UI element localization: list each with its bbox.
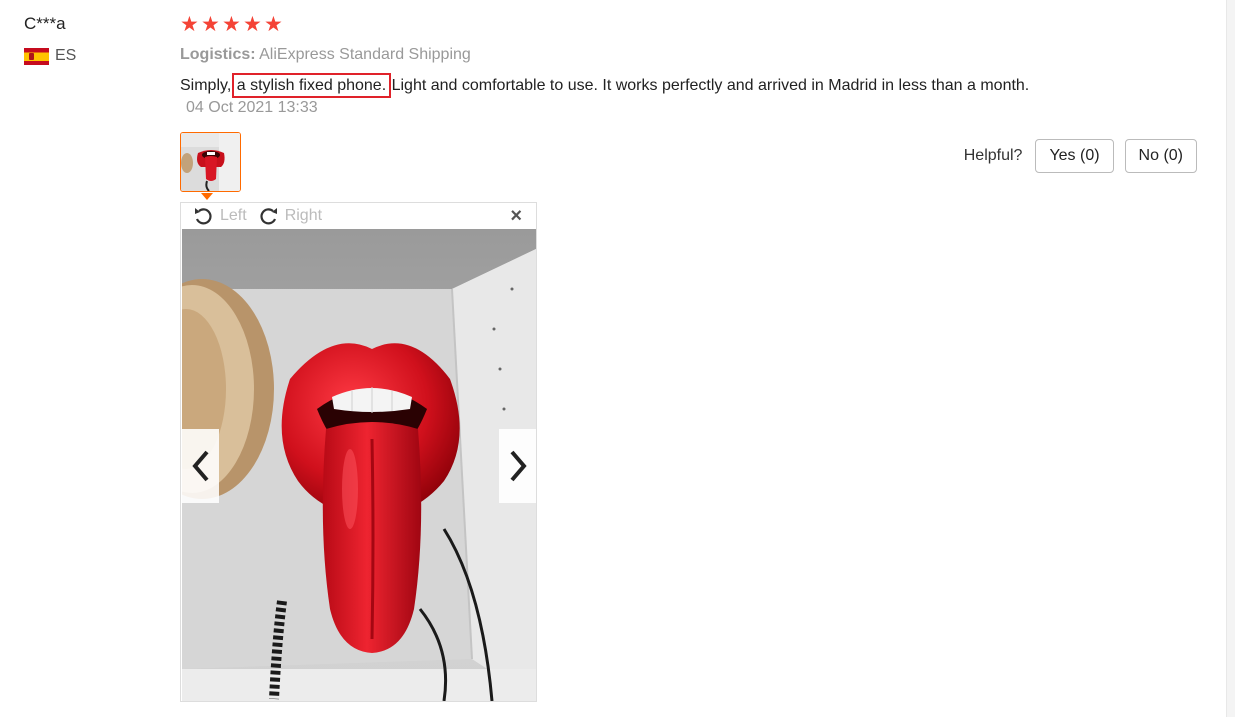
review-date: 04 Oct 2021 13:33 [186,99,318,116]
prev-photo-button[interactable] [182,429,219,503]
page-scrollbar[interactable] [1226,0,1235,717]
rating-stars: ★ ★ ★ ★ ★ [180,13,284,36]
close-icon[interactable]: × [510,206,522,226]
logistics-info: Logistics: AliExpress Standard Shipping [180,46,471,64]
rotate-left-icon [195,207,212,224]
star-icon: ★ [201,13,220,36]
review-photo [182,229,536,701]
rotate-left-button[interactable]: Left [193,206,247,226]
image-viewer: Left Right × [180,202,537,702]
highlighted-phrase: a stylish fixed phone. [231,73,392,98]
country-code: ES [55,47,77,64]
review-text-rest: Light and comfortable to use. It works p… [391,77,1030,94]
star-icon: ★ [243,13,262,36]
reviewer-country: ES [24,47,76,65]
chevron-left-icon [191,450,209,482]
review-text-start: Simply, [180,77,232,94]
helpful-yes-button[interactable]: Yes (0) [1035,139,1114,173]
next-photo-button[interactable] [499,429,536,503]
review-page: C***a ES ★ ★ ★ ★ ★ Logistics: AliExpress… [0,0,1235,717]
rotate-right-icon [260,207,277,224]
helpful-no-button[interactable]: No (0) [1124,139,1197,173]
review-photo-thumbnail[interactable] [180,132,241,192]
star-icon: ★ [264,13,283,36]
rotate-right-label: Right [284,206,323,224]
spain-flag-icon [24,47,49,65]
star-icon: ★ [222,13,241,36]
rotate-right-button[interactable]: Right [258,206,322,226]
reviewer-name: C***a [24,14,66,33]
chevron-right-icon [509,450,527,482]
logistics-label: Logistics: [180,46,256,63]
helpful-label: Helpful? [963,147,1023,164]
star-icon: ★ [180,13,199,36]
helpful-section: Helpful? Yes (0) No (0) [964,139,1197,173]
review-text: Simply, a stylish fixed phone. Light and… [180,73,1050,119]
logistics-value: AliExpress Standard Shipping [259,46,471,63]
rotate-left-label: Left [220,206,247,224]
thumbnail-pointer [201,193,213,200]
viewer-toolbar: Left Right × [181,203,536,228]
